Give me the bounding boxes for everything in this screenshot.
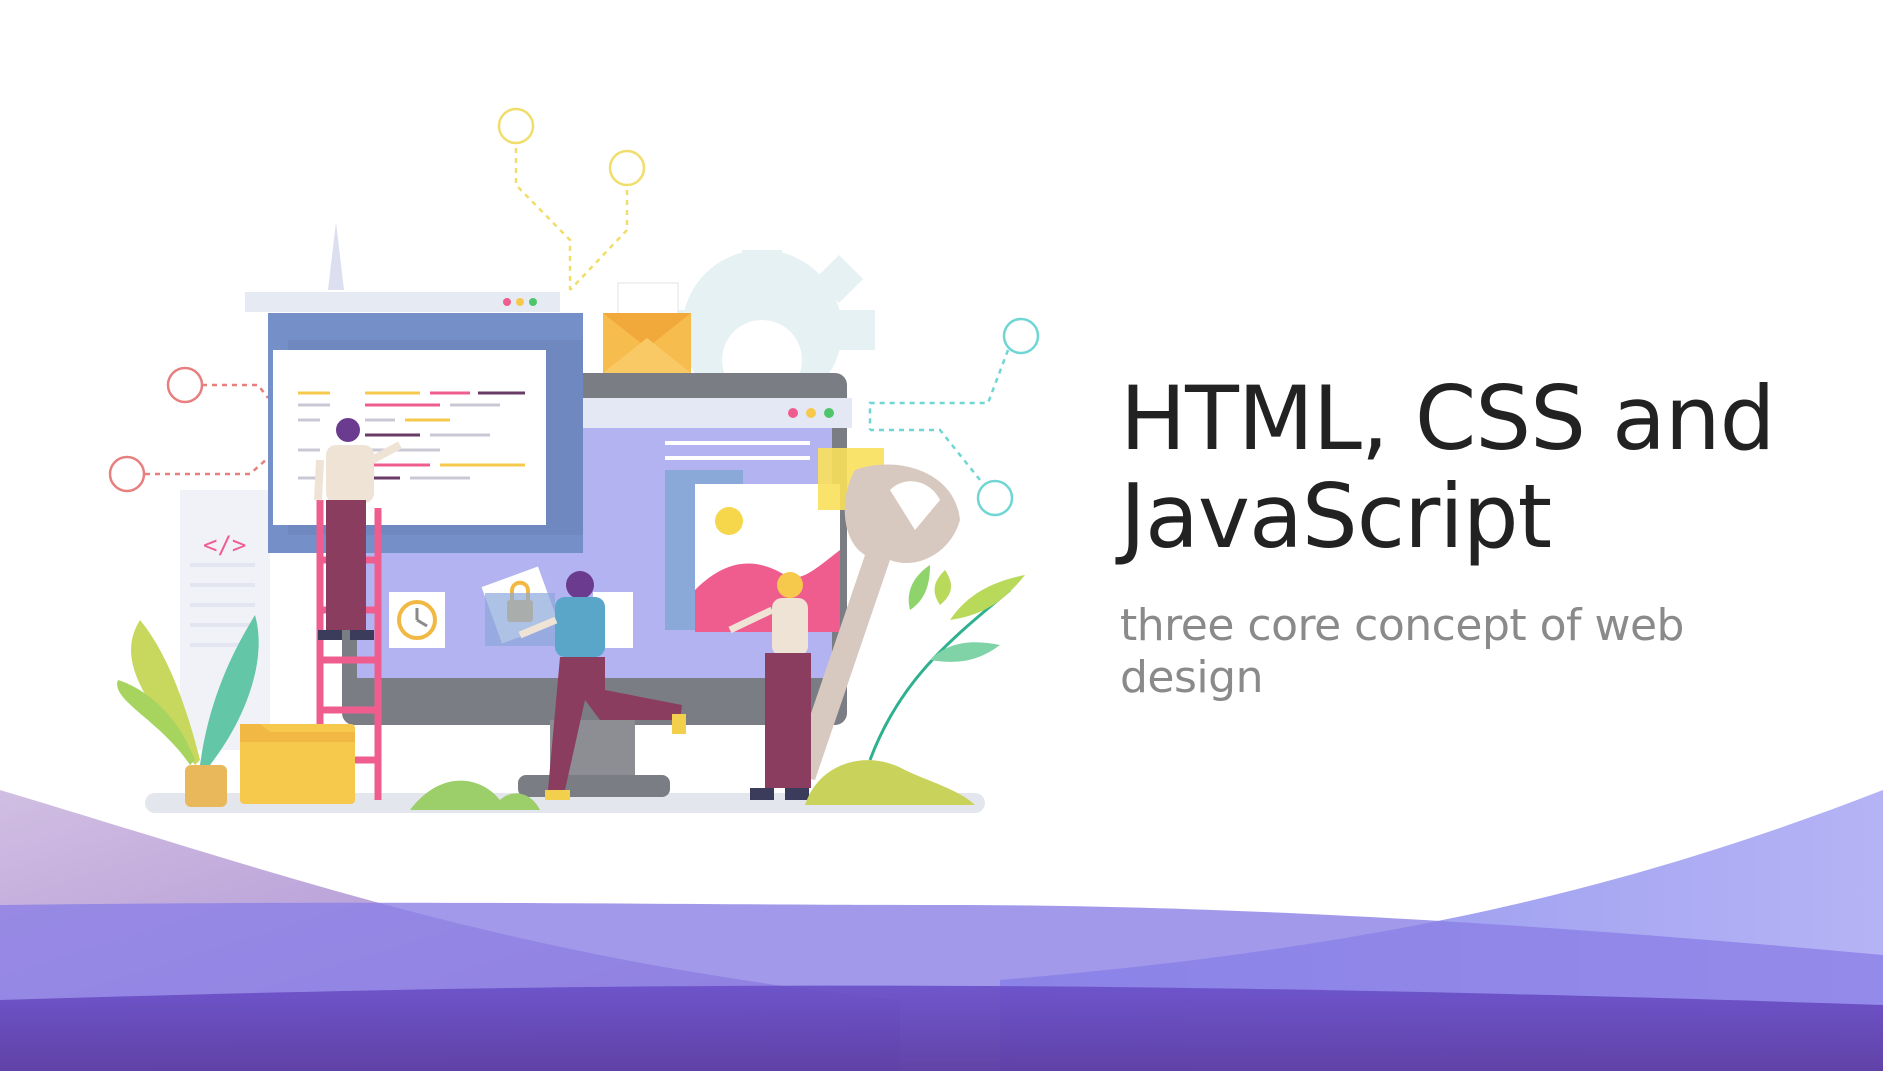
envelope-icon bbox=[603, 282, 691, 373]
title-block: HTML, CSS and JavaScript three core conc… bbox=[1120, 370, 1840, 704]
code-tag-icon: </> bbox=[203, 531, 246, 559]
slide-subtitle: three core concept of web design bbox=[1120, 600, 1685, 703]
clock-icon bbox=[389, 592, 445, 648]
slide-title: HTML, CSS and JavaScript bbox=[1120, 367, 1776, 568]
folder-icon bbox=[240, 724, 355, 804]
spire bbox=[328, 222, 344, 290]
slide: </> HTML, CSS and JavaScript three core … bbox=[0, 0, 1883, 1071]
